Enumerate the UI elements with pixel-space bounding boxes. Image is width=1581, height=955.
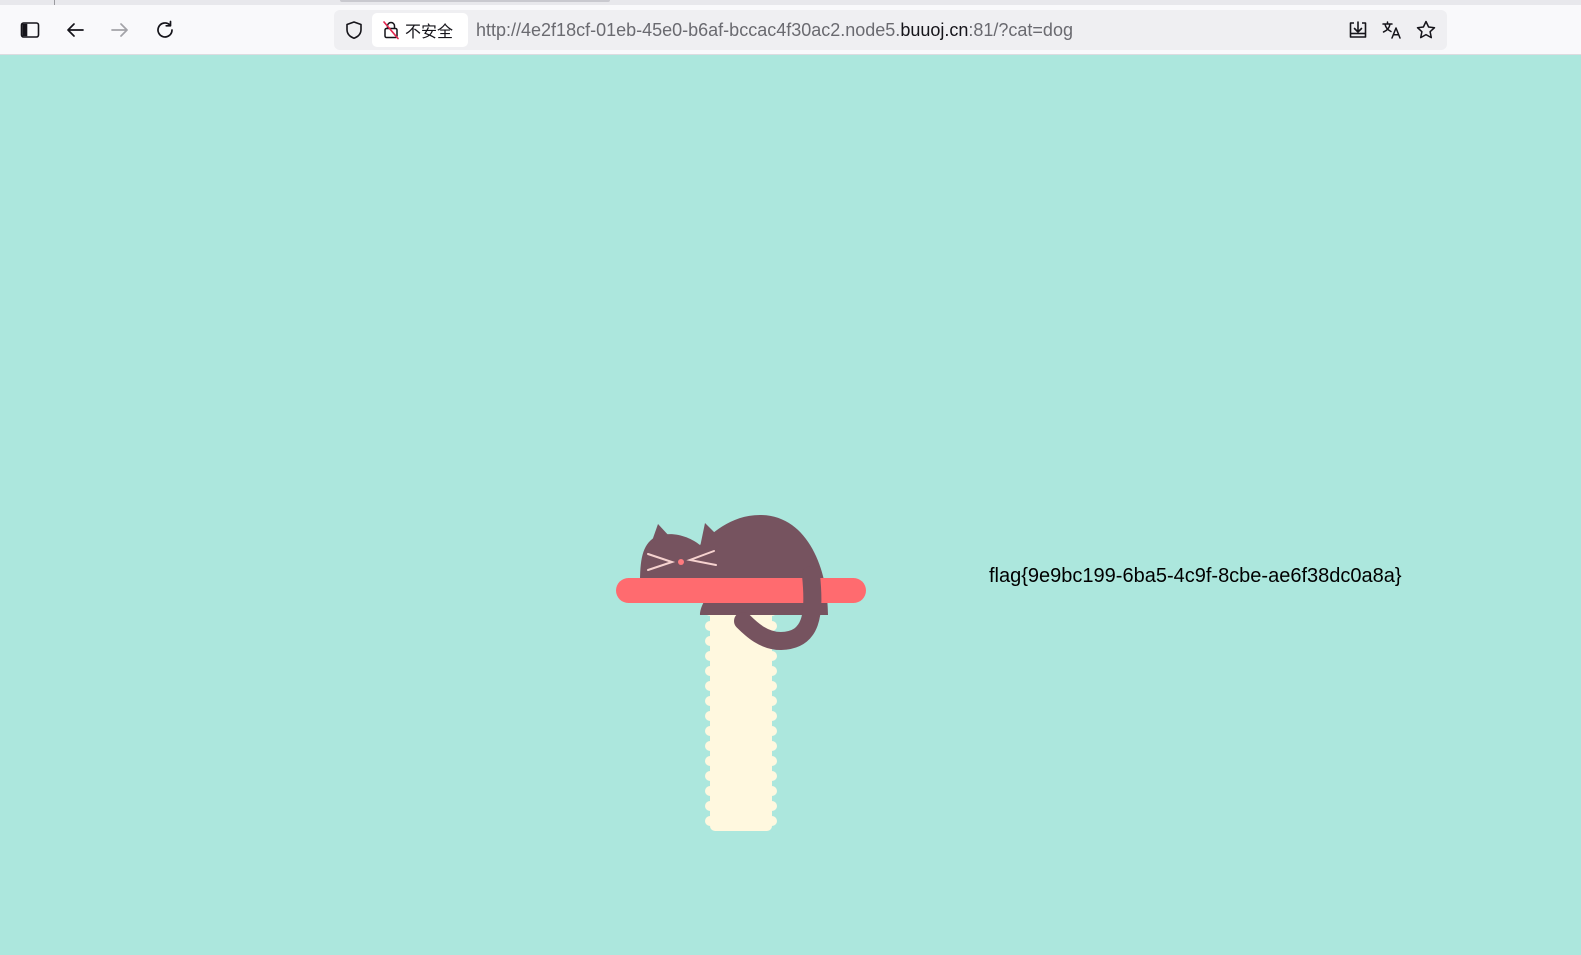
post-bump [705, 801, 715, 811]
post-bump [767, 696, 777, 706]
forward-button[interactable] [102, 12, 138, 48]
back-button[interactable] [57, 12, 93, 48]
save-page-icon [1349, 21, 1367, 38]
sidebar-toggle-icon [20, 22, 40, 38]
post-bump [767, 816, 777, 826]
active-tab-edge[interactable] [340, 0, 610, 2]
post-bump [705, 816, 715, 826]
insecure-label: 不安全 [405, 22, 454, 41]
address-bar[interactable]: 不安全 http://4e2f18cf-01eb-45e0-b6af-bccac… [334, 10, 1447, 50]
tracking-protection-button[interactable] [340, 16, 368, 44]
url-prefix: http://4e2f18cf-01eb-45e0-b6af-bccac4f30… [476, 20, 901, 40]
page-content: flag{9e9bc199-6ba5-4c9f-8cbe-ae6f38dc0a8… [0, 55, 1581, 955]
translate-icon [1382, 21, 1401, 39]
post-bump [705, 636, 715, 646]
post-bump [705, 711, 715, 721]
cat-shelf [616, 578, 866, 603]
flag-text: flag{9e9bc199-6ba5-4c9f-8cbe-ae6f38dc0a8… [989, 565, 1402, 587]
post-bump [767, 756, 777, 766]
browser-toolbar: 不安全 http://4e2f18cf-01eb-45e0-b6af-bccac… [0, 5, 1581, 55]
post-bump [767, 801, 777, 811]
post-bump [705, 756, 715, 766]
post-bump [767, 651, 777, 661]
back-arrow-icon [67, 23, 84, 37]
insecure-lock-icon [383, 21, 399, 40]
post-bump [705, 726, 715, 736]
translate-button[interactable] [1375, 14, 1409, 46]
reload-button[interactable] [147, 12, 183, 48]
url-text[interactable]: http://4e2f18cf-01eb-45e0-b6af-bccac4f30… [476, 10, 1073, 50]
reload-icon [157, 20, 173, 38]
shield-icon [346, 21, 362, 39]
post-bump [767, 711, 777, 721]
cat-nose [678, 559, 684, 565]
post-bump [705, 681, 715, 691]
url-actions [1341, 14, 1443, 46]
sidebar-toggle-button[interactable] [12, 12, 48, 48]
post-bump [705, 666, 715, 676]
post-bump [767, 726, 777, 736]
save-page-button[interactable] [1341, 14, 1375, 46]
url-suffix: :81/?cat=dog [968, 20, 1073, 40]
forward-arrow-icon [111, 23, 128, 37]
post-bump [767, 741, 777, 751]
post-bump [705, 696, 715, 706]
post-bump [767, 681, 777, 691]
post-bump [767, 786, 777, 796]
post-bump [705, 651, 715, 661]
post-bump [705, 621, 715, 631]
post-bump [767, 771, 777, 781]
post-bump [705, 771, 715, 781]
post-bump [705, 786, 715, 796]
post-bump [767, 666, 777, 676]
post-bump [705, 741, 715, 751]
site-security-chip[interactable]: 不安全 [372, 13, 468, 47]
url-domain: buuoj.cn [900, 20, 969, 40]
star-icon [1416, 20, 1436, 39]
cat-illustration [616, 515, 866, 831]
bookmark-button[interactable] [1409, 14, 1443, 46]
